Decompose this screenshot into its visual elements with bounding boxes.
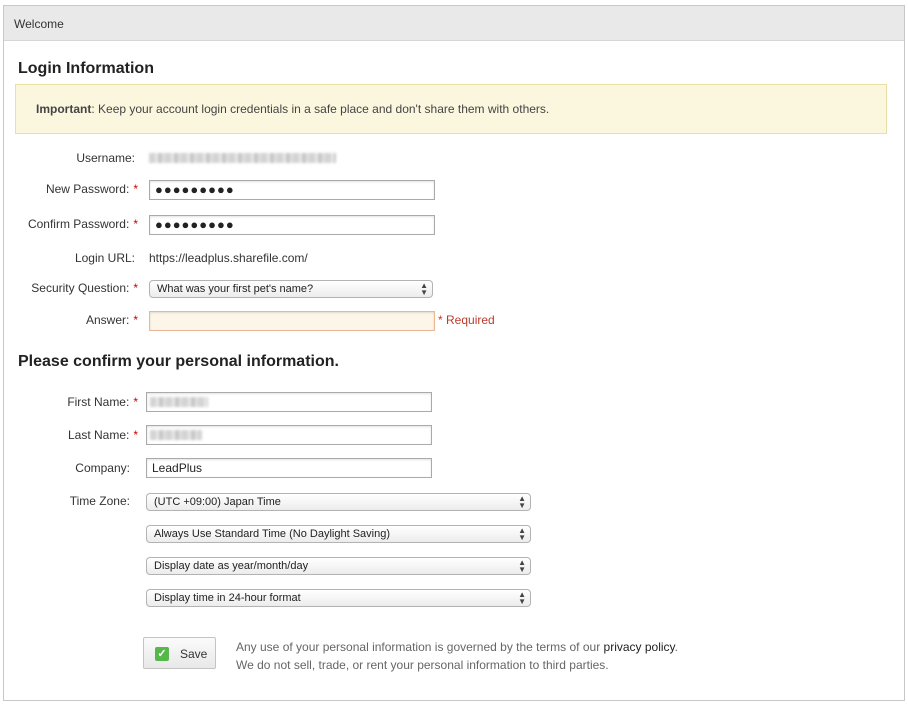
first-name-label: First Name: * <box>67 395 138 409</box>
time-format-select[interactable]: Display time in 24-hour format ▲ ▼ <box>146 589 531 607</box>
personal-heading: Please confirm your personal information… <box>18 353 339 370</box>
panel-title: Welcome <box>14 17 64 31</box>
username-label: Username: <box>76 151 135 165</box>
no-sell-note: We do not sell, trade, or rent your pers… <box>236 658 609 672</box>
save-label: Save <box>180 647 208 661</box>
confirm-password-field[interactable]: ●●●●●●●●● <box>149 215 435 235</box>
first-name-value-redacted <box>150 397 208 407</box>
answer-label: Answer: * <box>85 313 138 327</box>
login-url-label: Login URL: <box>74 251 135 265</box>
daylight-saving-value: Always Use Standard Time (No Daylight Sa… <box>154 528 390 540</box>
time-format-value: Display time in 24-hour format <box>154 592 301 604</box>
timezone-select[interactable]: (UTC +09:00) Japan Time ▲ ▼ <box>146 493 531 511</box>
checkmark-icon: ✓ <box>155 647 169 661</box>
notice-text: : Keep your account login credentials in… <box>91 102 550 116</box>
timezone-value: (UTC +09:00) Japan Time <box>154 496 281 508</box>
select-arrows-icon: ▲ ▼ <box>420 281 428 297</box>
first-name-field[interactable] <box>146 392 432 412</box>
new-password-label: New Password: * <box>45 182 138 196</box>
last-name-field[interactable] <box>146 425 432 445</box>
login-heading: Login Information <box>18 60 154 77</box>
login-url-value: https://leadplus.sharefile.com/ <box>149 251 308 265</box>
security-question-label: Security Question: * <box>31 281 138 295</box>
last-name-value-redacted <box>150 430 202 440</box>
date-format-value: Display date as year/month/day <box>154 560 309 572</box>
privacy-policy-link[interactable]: privacy policy <box>604 640 675 654</box>
confirm-password-label: Confirm Password: * <box>27 217 138 231</box>
security-question-select[interactable]: What was your first pet's name? ▲ ▼ <box>149 280 433 298</box>
last-name-label: Last Name: * <box>67 428 138 442</box>
notice-strong: Important <box>36 102 92 116</box>
save-button[interactable]: ✓ Save <box>143 637 216 669</box>
select-arrows-icon: ▲ ▼ <box>518 526 526 542</box>
company-field[interactable]: LeadPlus <box>146 458 432 478</box>
date-format-select[interactable]: Display date as year/month/day ▲ ▼ <box>146 557 531 575</box>
timezone-label: Time Zone: <box>69 494 130 508</box>
username-value-redacted <box>149 153 336 163</box>
daylight-saving-select[interactable]: Always Use Standard Time (No Daylight Sa… <box>146 525 531 543</box>
answer-field[interactable] <box>149 311 435 331</box>
panel-header: Welcome <box>4 6 904 41</box>
answer-required-message: * Required <box>438 313 495 327</box>
select-arrows-icon: ▲ ▼ <box>518 558 526 574</box>
select-arrows-icon: ▲ ▼ <box>518 494 526 510</box>
security-question-value: What was your first pet's name? <box>157 283 314 295</box>
new-password-field[interactable]: ●●●●●●●●● <box>149 180 435 200</box>
important-notice: Important: Keep your account login crede… <box>15 84 887 134</box>
company-label: Company: <box>75 461 130 475</box>
privacy-note: Any use of your personal information is … <box>236 640 679 654</box>
select-arrows-icon: ▲ ▼ <box>518 590 526 606</box>
